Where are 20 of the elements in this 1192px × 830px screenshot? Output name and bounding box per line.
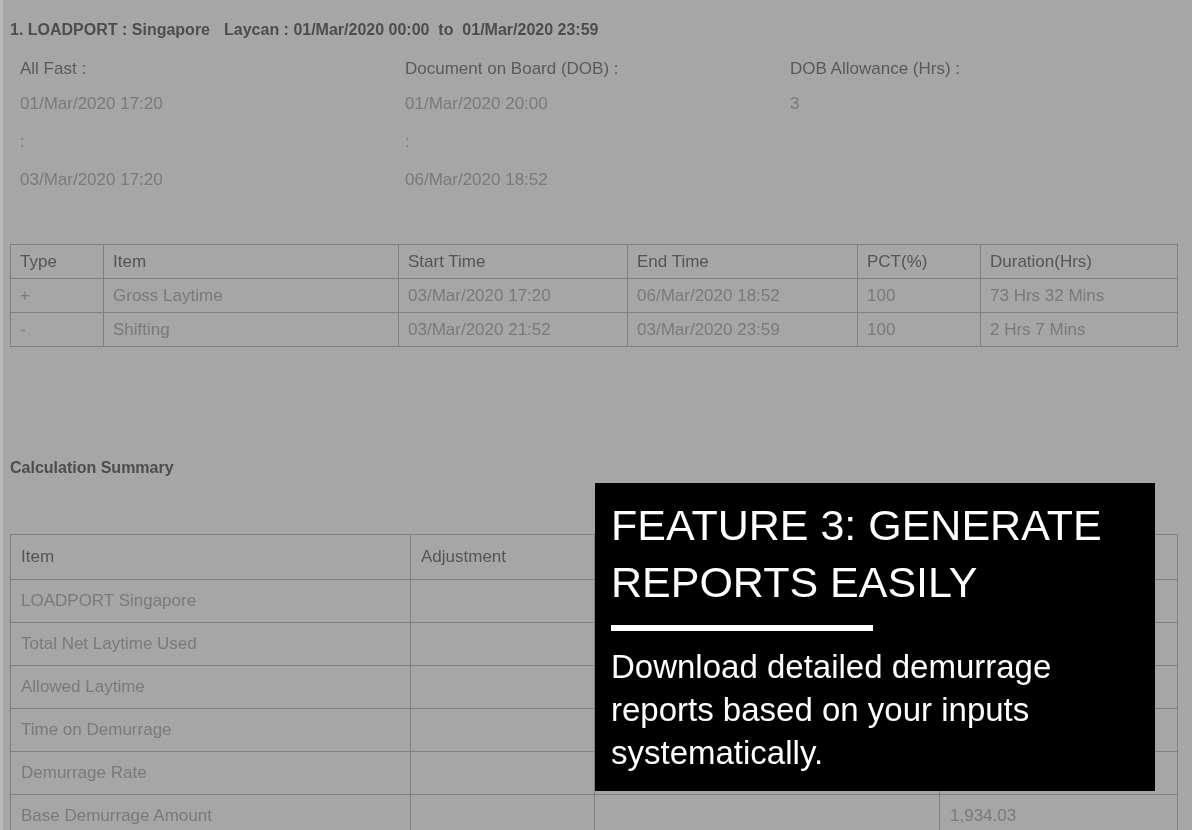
- column-header: Item: [103, 244, 399, 279]
- table-cell: -: [10, 312, 104, 347]
- table-cell: +: [10, 278, 104, 313]
- port-title: 1. LOADPORT : Singapore: [10, 20, 210, 40]
- field-label: All Fast :: [20, 58, 88, 80]
- field-label: Document on Board (DOB) :: [405, 58, 620, 80]
- laycan-text: Laycan : 01/Mar/2020 00:00 to 01/Mar/2020 23:59: [224, 20, 599, 40]
- feature-heading: FEATURE 3: GENERATE REPORTS EASILY: [611, 500, 1103, 608]
- column-header: Adjustment: [410, 534, 595, 580]
- column-header: Duration(Hrs): [980, 244, 1178, 279]
- column-header: Start Time: [398, 244, 628, 279]
- column-header: PCT(%): [857, 244, 981, 279]
- field-value: :: [20, 131, 26, 153]
- section-title: Calculation Summary: [10, 458, 175, 478]
- column-header: Item: [10, 534, 411, 580]
- column-header: Type: [10, 244, 104, 279]
- field-label: DOB Allowance (Hrs) :: [790, 58, 962, 80]
- field-value: :: [405, 131, 411, 153]
- column-header: End Time: [627, 244, 858, 279]
- feature-description: Download detailed demurrage reports based on your inputs systematically.: [611, 647, 1053, 773]
